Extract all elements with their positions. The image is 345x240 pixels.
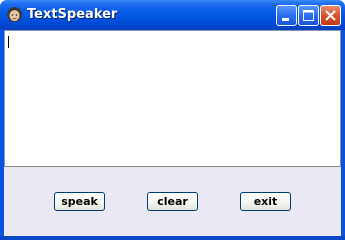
minimize-button[interactable] <box>276 5 297 26</box>
client-area: speak clear exit <box>4 30 341 236</box>
window-title: TextSpeaker <box>27 7 118 22</box>
person-face-icon[interactable] <box>6 6 23 23</box>
title-bar[interactable]: TextSpeaker <box>0 0 345 30</box>
exit-button[interactable]: exit <box>240 192 291 211</box>
speak-button[interactable]: speak <box>54 192 105 211</box>
window-frame-bottom <box>0 236 345 240</box>
close-icon <box>325 10 336 21</box>
minimize-icon <box>282 18 289 21</box>
close-button[interactable] <box>320 5 341 26</box>
text-caret <box>8 36 9 48</box>
maximize-icon <box>303 10 314 21</box>
clear-button[interactable]: clear <box>147 192 198 211</box>
maximize-button[interactable] <box>298 5 319 26</box>
button-panel: speak clear exit <box>4 167 341 236</box>
app-window: TextSpeaker speak clear exit <box>0 0 345 240</box>
text-input-area[interactable] <box>4 30 341 167</box>
